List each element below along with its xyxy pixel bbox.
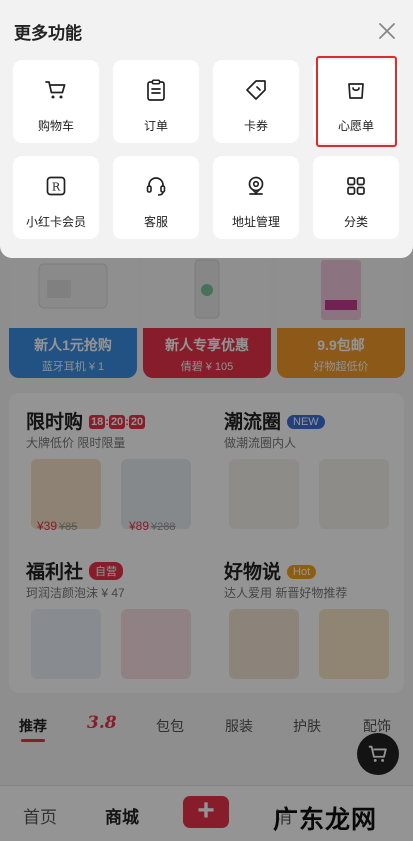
order-clipboard-icon — [147, 79, 165, 101]
wishlist-bag-icon — [348, 83, 364, 99]
red-card-member-icon: R — [46, 176, 66, 196]
cart-icon — [45, 81, 66, 99]
tile-label: 卡券 — [243, 119, 268, 133]
tile-label: 心愿单 — [337, 119, 374, 133]
sheet-title: 更多功能 — [14, 24, 82, 43]
cart-tile[interactable]: 购物车 — [13, 60, 99, 143]
more-functions-sheet: 更多功能 购物车 订单 卡券 心愿单 R 小红卡会员 客服 地址管理 分类 — [0, 0, 413, 258]
tile-label: 小红卡会员 — [25, 215, 86, 229]
category-grid-icon — [347, 177, 365, 195]
address-management-tile[interactable]: 地址管理 — [213, 156, 299, 239]
tile-label: 客服 — [143, 215, 168, 229]
close-icon — [379, 23, 395, 39]
tile-label: 订单 — [143, 119, 168, 133]
location-pin-icon — [248, 176, 264, 195]
customer-service-tile[interactable]: 客服 — [113, 156, 199, 239]
coupon-tag-icon — [246, 80, 266, 100]
red-card-member-tile[interactable]: R 小红卡会员 — [13, 156, 99, 239]
orders-tile[interactable]: 订单 — [113, 60, 199, 143]
category-tile[interactable]: 分类 — [313, 156, 399, 239]
tile-label: 购物车 — [37, 119, 74, 133]
coupons-tile[interactable]: 卡券 — [213, 60, 299, 143]
wishlist-tile[interactable]: 心愿单 — [313, 60, 399, 143]
tile-label: 地址管理 — [231, 215, 280, 229]
customer-service-headset-icon — [146, 177, 166, 196]
close-button[interactable] — [376, 20, 398, 42]
svg-text:R: R — [52, 181, 61, 194]
tile-label: 分类 — [343, 215, 368, 229]
